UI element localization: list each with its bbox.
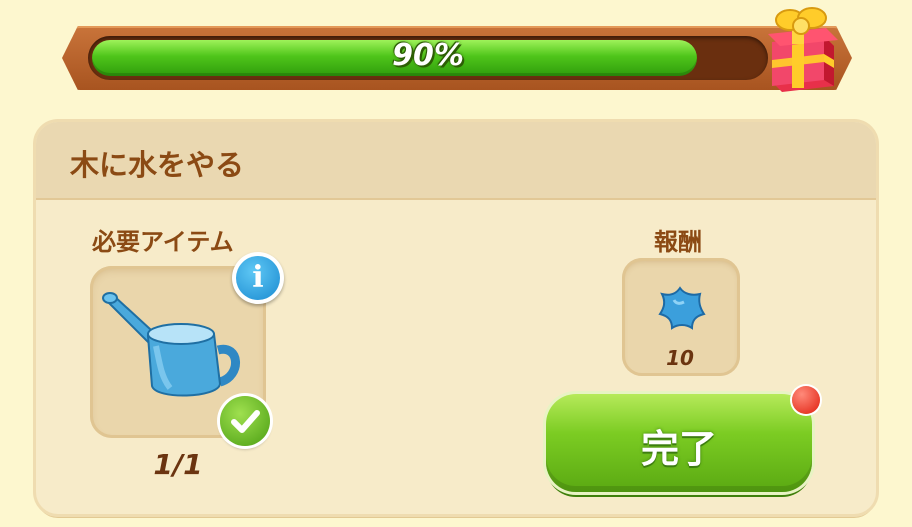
checkmark-icon bbox=[220, 396, 270, 446]
quest-screen: 90% 木に水をやる 必要アイテム i 1/1 報酬 10 完了 bbox=[0, 0, 912, 527]
reward-label: 報酬 bbox=[654, 228, 702, 256]
complete-button-label: 完了 bbox=[640, 427, 717, 471]
progress-percent-label: 90% bbox=[392, 38, 464, 73]
quest-title: 木に水をやる bbox=[70, 148, 245, 182]
complete-button[interactable]: 完了 bbox=[546, 394, 812, 492]
progress-bar: 90% bbox=[88, 36, 768, 80]
required-item-count: 1/1 bbox=[153, 448, 203, 481]
blue-star-icon bbox=[658, 286, 706, 330]
quest-header: 木に水をやる bbox=[36, 122, 876, 200]
gift-box-icon[interactable] bbox=[764, 2, 844, 92]
info-button[interactable]: i bbox=[232, 252, 284, 304]
info-icon: i bbox=[236, 256, 280, 300]
notification-dot bbox=[792, 386, 820, 414]
reward-amount: 10 bbox=[666, 346, 694, 370]
required-items-label: 必要アイテム bbox=[92, 228, 234, 256]
